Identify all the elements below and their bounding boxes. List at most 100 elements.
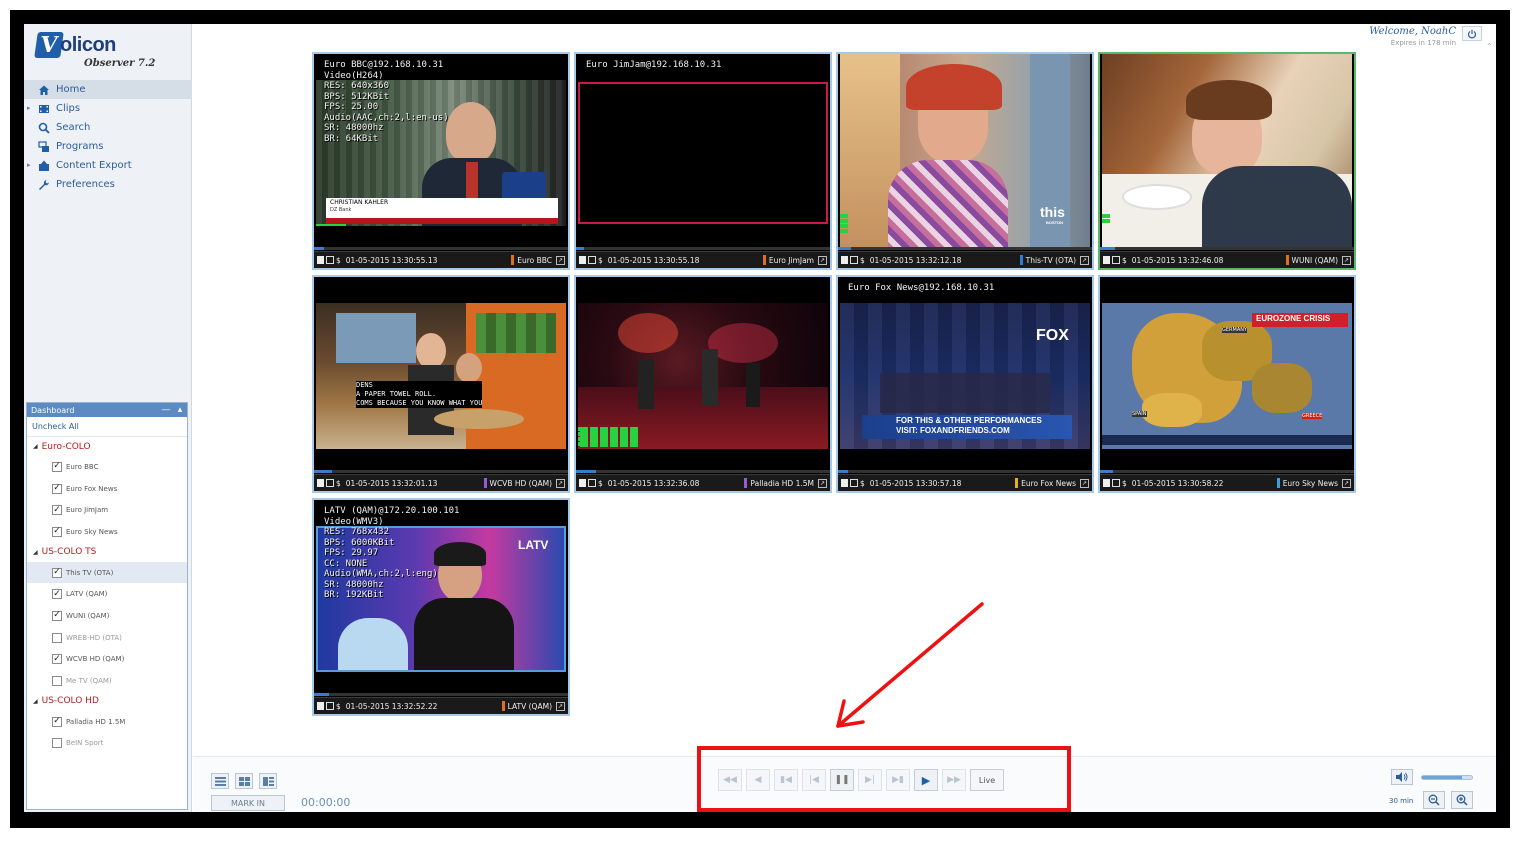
record-icon[interactable] xyxy=(841,479,848,487)
play-button[interactable]: ▶ xyxy=(914,769,938,791)
expand-tile-icon[interactable]: ↗ xyxy=(556,701,565,711)
channel-item[interactable]: ✓ Euro BBC xyxy=(27,456,187,478)
expand-caret-icon[interactable]: ▸ xyxy=(27,161,31,169)
video-tile[interactable]: EUROZONE CRISIS GERMANY SPAIN GREECE $01-05-… xyxy=(1098,275,1356,493)
video-tile[interactable]: FOX FOR THIS & OTHER PERFORMANCES VISIT: F… xyxy=(836,275,1094,493)
channel-group[interactable]: ◢ US-COLO TS xyxy=(27,543,187,562)
channel-group[interactable]: ◢ US-COLO HD xyxy=(27,692,187,711)
frame-forward-button[interactable]: ▶| xyxy=(858,769,882,791)
record-icon[interactable] xyxy=(317,479,324,487)
record-icon[interactable] xyxy=(579,479,586,487)
pause-button[interactable]: ❚❚ xyxy=(830,769,854,791)
collapse-triangle-icon[interactable]: ◢ xyxy=(33,443,38,450)
record-icon[interactable] xyxy=(317,702,324,710)
layout-1x-button[interactable] xyxy=(211,773,229,789)
channel-item[interactable]: ✓ Palladia HD 1.5M xyxy=(27,711,187,733)
channel-item[interactable]: ✓ Euro Fox News xyxy=(27,478,187,500)
snapshot-icon[interactable] xyxy=(1112,479,1120,487)
expand-tile-icon[interactable]: ↗ xyxy=(818,478,827,488)
zoom-in-button[interactable] xyxy=(1451,791,1473,809)
buffer-progress xyxy=(576,247,830,250)
scroll-up-icon[interactable]: ⌃ xyxy=(1486,42,1493,51)
buffer-progress xyxy=(838,470,1092,473)
layout-mixed-button[interactable] xyxy=(259,773,277,789)
expand-caret-icon[interactable]: ▸ xyxy=(27,104,31,112)
volume-slider[interactable] xyxy=(1421,775,1473,780)
channel-checkbox[interactable]: ✓ xyxy=(52,716,62,727)
video-tile[interactable]: this BOSTON $01-05-2015 13:32:12.18 This-TV… xyxy=(836,52,1094,270)
channel-checkbox[interactable] xyxy=(52,632,62,643)
channel-checkbox[interactable]: ✓ xyxy=(52,483,62,494)
expand-tile-icon[interactable]: ↗ xyxy=(1080,255,1089,265)
channel-checkbox[interactable]: ✓ xyxy=(52,526,62,537)
fast-forward-button[interactable]: ▶▮ xyxy=(886,769,910,791)
collapse-triangle-icon[interactable]: ◢ xyxy=(33,698,38,705)
snapshot-icon[interactable] xyxy=(850,479,858,487)
channel-item[interactable]: Me TV (QAM) xyxy=(27,670,187,692)
volume-button[interactable] xyxy=(1391,769,1413,785)
channel-checkbox[interactable] xyxy=(52,676,62,687)
channel-checkbox[interactable]: ✓ xyxy=(52,610,62,621)
channel-item[interactable]: ✓ Euro Sky News xyxy=(27,521,187,543)
record-icon[interactable] xyxy=(317,256,324,264)
channel-checkbox[interactable] xyxy=(52,738,62,749)
nav-item-search[interactable]: Search xyxy=(24,118,192,137)
expand-tile-icon[interactable]: ↗ xyxy=(556,478,565,488)
video-tile[interactable]: Euro JimJam@192.168.10.31 $01-05-2015 13:… xyxy=(574,52,832,270)
snapshot-icon[interactable] xyxy=(588,256,596,264)
channel-item[interactable]: ✓ This TV (OTA) xyxy=(27,561,187,584)
chevron-up-icon[interactable]: ▴ xyxy=(173,405,187,415)
rewind-button[interactable]: ▮◀ xyxy=(774,769,798,791)
expand-tile-icon[interactable]: ↗ xyxy=(1342,255,1351,265)
channel-checkbox[interactable]: ✓ xyxy=(52,654,62,665)
nav-item-clips[interactable]: ▸ Clips xyxy=(24,99,192,118)
channel-checkbox[interactable]: ✓ xyxy=(52,567,62,578)
video-tile[interactable]: CHRISTIAN KAHLER DZ Bank Euro BBC@192.168.… xyxy=(312,52,570,270)
channel-item[interactable]: ✓ Euro JimJam xyxy=(27,499,187,521)
video-tile[interactable]: $01-05-2015 13:32:46.08 WUNI (QAM) ↗ xyxy=(1098,52,1356,270)
layout-grid-button[interactable] xyxy=(235,773,253,789)
nav-item-home[interactable]: Home xyxy=(24,80,192,99)
collapse-icon[interactable]: — xyxy=(159,405,173,415)
uncheck-all-link[interactable]: Uncheck All xyxy=(27,417,187,437)
snapshot-icon[interactable] xyxy=(1112,256,1120,264)
snapshot-icon[interactable] xyxy=(850,256,858,264)
record-icon[interactable] xyxy=(1103,479,1110,487)
record-icon[interactable] xyxy=(579,256,586,264)
snapshot-icon[interactable] xyxy=(326,256,334,264)
channel-item[interactable]: BeIN Sport xyxy=(27,733,187,755)
record-icon[interactable] xyxy=(841,256,848,264)
expand-tile-icon[interactable]: ↗ xyxy=(1342,478,1351,488)
channel-group[interactable]: ◢ Euro-COLO xyxy=(27,437,187,456)
snapshot-icon[interactable] xyxy=(326,479,334,487)
nav-item-preferences[interactable]: Preferences xyxy=(24,175,192,194)
collapse-triangle-icon[interactable]: ◢ xyxy=(33,549,38,556)
mark-in-button[interactable]: MARK IN xyxy=(211,795,285,811)
video-tile[interactable]: DENS A PAPER TOWEL ROLL. COMS BECAUSE YO… xyxy=(312,275,570,493)
expand-tile-icon[interactable]: ↗ xyxy=(818,255,827,265)
zoom-out-button[interactable] xyxy=(1423,791,1445,809)
snapshot-icon[interactable] xyxy=(588,479,596,487)
frame-back-button[interactable]: |◀ xyxy=(802,769,826,791)
logout-button[interactable] xyxy=(1462,26,1482,41)
expand-tile-icon[interactable]: ↗ xyxy=(1080,478,1089,488)
nav-item-content-export[interactable]: ▸ Content Export xyxy=(24,156,192,175)
video-tile[interactable]: LATV LATV (QAM)@172.20.100.101 Video(WMV3… xyxy=(312,498,570,716)
channel-item[interactable]: ✓ LATV (QAM) xyxy=(27,583,187,605)
channel-checkbox[interactable]: ✓ xyxy=(52,589,62,600)
snapshot-icon[interactable] xyxy=(326,702,334,710)
fast-forward-icon: ▶▮ xyxy=(892,775,904,785)
channel-checkbox[interactable]: ✓ xyxy=(52,461,62,472)
channel-item[interactable]: WREB-HD (OTA) xyxy=(27,627,187,649)
step-back-button[interactable]: ◀ xyxy=(746,769,770,791)
channel-item[interactable]: ✓ WCVB HD (QAM) xyxy=(27,649,187,671)
channel-item[interactable]: ✓ WUNI (QAM) xyxy=(27,605,187,627)
nav-item-programs[interactable]: Programs xyxy=(24,137,192,156)
live-button[interactable]: Live xyxy=(970,769,1004,791)
expand-tile-icon[interactable]: ↗ xyxy=(556,255,565,265)
video-tile[interactable]: $01-05-2015 13:32:36.08 Palladia HD 1.5M ↗ xyxy=(574,275,832,493)
skip-to-end-button[interactable]: ▶▶ xyxy=(942,769,966,791)
channel-checkbox[interactable]: ✓ xyxy=(52,505,62,516)
record-icon[interactable] xyxy=(1103,256,1110,264)
skip-to-start-button[interactable]: ◀◀ xyxy=(718,769,742,791)
